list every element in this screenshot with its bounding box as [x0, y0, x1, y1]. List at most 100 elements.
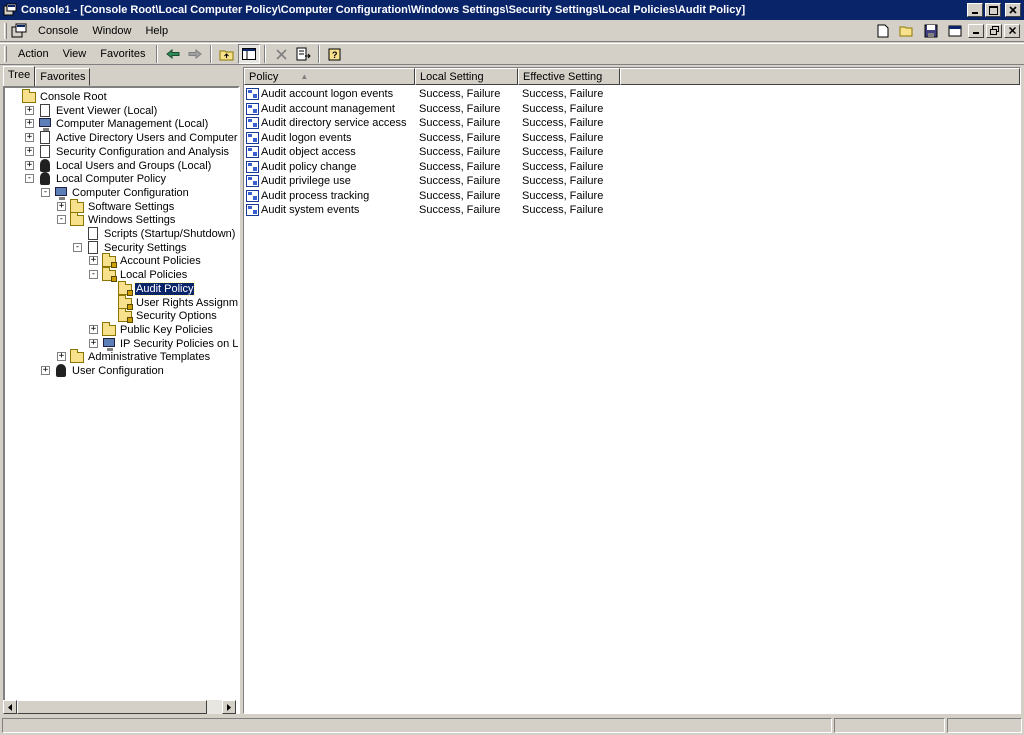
- audit-policy-icon: [246, 189, 259, 202]
- effective-setting-cell: Success, Failure: [522, 160, 604, 173]
- menu-help[interactable]: Help: [138, 23, 175, 39]
- collapse-icon[interactable]: -: [25, 174, 34, 184]
- tree-node[interactable]: Security Options: [117, 308, 218, 324]
- tree-node[interactable]: Scripts (Startup/Shutdown): [85, 227, 236, 241]
- menu-console[interactable]: Console: [31, 23, 85, 39]
- menu-window[interactable]: Window: [85, 23, 138, 39]
- tab-tree[interactable]: Tree: [3, 66, 36, 86]
- list-item[interactable]: Audit system events Success, Failure Succe…: [244, 203, 644, 218]
- column-header-policy[interactable]: Policy ▲: [244, 68, 415, 85]
- menu-grip[interactable]: [4, 22, 7, 39]
- minimize-icon: [972, 32, 979, 34]
- forward-button[interactable]: [184, 44, 206, 64]
- child-close-button[interactable]: [1004, 23, 1020, 38]
- expand-icon[interactable]: +: [25, 133, 34, 143]
- list-item[interactable]: Audit logon events Success, Failure Succes…: [244, 131, 644, 146]
- tree-node[interactable]: - Windows Settings: [57, 212, 176, 227]
- scroll-right-button[interactable]: [222, 700, 236, 714]
- tree-node[interactable]: + Account Policies: [89, 253, 202, 269]
- child-restore-button[interactable]: [986, 23, 1002, 38]
- audit-policy-icon: [246, 146, 259, 158]
- open-console-button[interactable]: [896, 21, 918, 41]
- collapse-icon[interactable]: -: [89, 270, 98, 280]
- tree-horizontal-scrollbar[interactable]: [3, 700, 236, 714]
- tree-node[interactable]: - Security Settings: [73, 240, 188, 255]
- list-item[interactable]: Audit account management Success, Failure…: [244, 102, 644, 117]
- collapse-icon[interactable]: -: [41, 187, 50, 197]
- policy-cell: Audit account management: [246, 102, 395, 116]
- tree-node[interactable]: + Security Configuration and Analysis: [25, 144, 230, 159]
- delete-x-icon: [276, 48, 287, 60]
- help-button[interactable]: ?: [324, 44, 346, 64]
- tree-node[interactable]: + Public Key Policies: [89, 321, 214, 337]
- effective-setting-cell: Success, Failure: [522, 146, 604, 158]
- tab-favorites[interactable]: Favorites: [35, 68, 91, 86]
- tree-node[interactable]: Audit Policy: [117, 280, 196, 296]
- policy-cell: Audit object access: [246, 145, 356, 159]
- tree-node[interactable]: + Event Viewer (Local): [25, 103, 158, 118]
- tree-node[interactable]: Console Root: [21, 89, 108, 104]
- expand-icon[interactable]: +: [89, 338, 98, 348]
- tree-node[interactable]: + Local Users and Groups (Local): [25, 158, 212, 173]
- list-item[interactable]: Audit policy change Success, Failure Succe…: [244, 160, 644, 175]
- back-button[interactable]: [162, 44, 184, 64]
- console-icon[interactable]: [11, 23, 27, 39]
- expand-icon[interactable]: +: [89, 256, 98, 266]
- expand-icon[interactable]: +: [25, 160, 34, 170]
- expand-icon[interactable]: +: [25, 146, 34, 156]
- tree-node-label: User Rights Assignment: [136, 296, 239, 309]
- save-console-button[interactable]: [920, 21, 942, 41]
- maximize-button[interactable]: [985, 3, 1001, 17]
- scroll-thumb[interactable]: [17, 700, 207, 714]
- directory-icon: [37, 131, 53, 145]
- tree-node[interactable]: + IP Security Policies on Local Mach: [89, 337, 239, 351]
- menu-favorites[interactable]: Favorites: [93, 46, 152, 62]
- menu-view[interactable]: View: [56, 46, 94, 62]
- policy-name: Audit logon events: [261, 131, 352, 144]
- column-policy-label: Policy: [249, 70, 279, 83]
- scroll-left-button[interactable]: [3, 700, 17, 714]
- tree-node[interactable]: + User Configuration: [41, 364, 165, 378]
- new-console-button[interactable]: [872, 21, 894, 41]
- expand-icon[interactable]: +: [25, 119, 34, 129]
- new-window-button[interactable]: [944, 21, 966, 41]
- toolbar-grip[interactable]: [4, 46, 7, 62]
- list-item[interactable]: Audit process tracking Success, Failure Su…: [244, 189, 644, 204]
- expand-icon[interactable]: +: [57, 201, 66, 211]
- tree-node[interactable]: + Active Directory Users and Computers: [25, 131, 238, 145]
- tree-node[interactable]: + Computer Management (Local): [25, 117, 209, 132]
- mmc-app-icon[interactable]: [3, 3, 17, 17]
- close-button[interactable]: [1005, 3, 1021, 17]
- tree-node[interactable]: + Software Settings: [57, 198, 175, 214]
- list-item[interactable]: Audit account logon events Success, Failu…: [244, 87, 644, 102]
- column-header-effective-setting[interactable]: Effective Setting: [518, 68, 620, 85]
- expand-icon[interactable]: +: [41, 366, 50, 375]
- audit-policy-icon: [246, 102, 259, 115]
- list-item[interactable]: Audit privilege use Success, Failure Succe…: [244, 174, 644, 189]
- list-item[interactable]: Audit object access Success, Failure Succe…: [244, 145, 644, 160]
- tree-node[interactable]: - Local Computer Policy: [25, 172, 167, 186]
- tree-node[interactable]: - Local Policies: [89, 267, 188, 283]
- tree-node[interactable]: + Administrative Templates: [57, 349, 211, 364]
- minimize-button[interactable]: [967, 3, 983, 17]
- export-list-button[interactable]: [292, 44, 314, 64]
- up-one-level-button[interactable]: [216, 44, 238, 64]
- scroll-track[interactable]: [207, 700, 222, 714]
- collapse-icon[interactable]: -: [73, 242, 82, 252]
- collapse-icon[interactable]: -: [57, 215, 66, 225]
- scroll-right-icon: [226, 703, 231, 711]
- delete-button[interactable]: [270, 44, 292, 64]
- title-bar[interactable]: Console1 - [Console Root\Local Computer …: [0, 0, 1024, 20]
- menu-action[interactable]: Action: [11, 46, 56, 62]
- column-header-local-setting[interactable]: Local Setting: [415, 68, 518, 85]
- tree-node[interactable]: User Rights Assignment: [117, 294, 239, 310]
- child-minimize-button[interactable]: [968, 23, 984, 38]
- show-hide-tree-button[interactable]: [238, 44, 261, 64]
- expand-icon[interactable]: +: [25, 105, 34, 115]
- tree-node-label: IP Security Policies on Local Mach: [120, 337, 239, 350]
- list-item[interactable]: Audit directory service access Success, F…: [244, 116, 644, 131]
- expand-icon[interactable]: +: [57, 352, 66, 362]
- tree-node-label: Windows Settings: [88, 214, 176, 227]
- local-setting-cell: Success, Failure: [419, 131, 501, 144]
- expand-icon[interactable]: +: [89, 324, 98, 334]
